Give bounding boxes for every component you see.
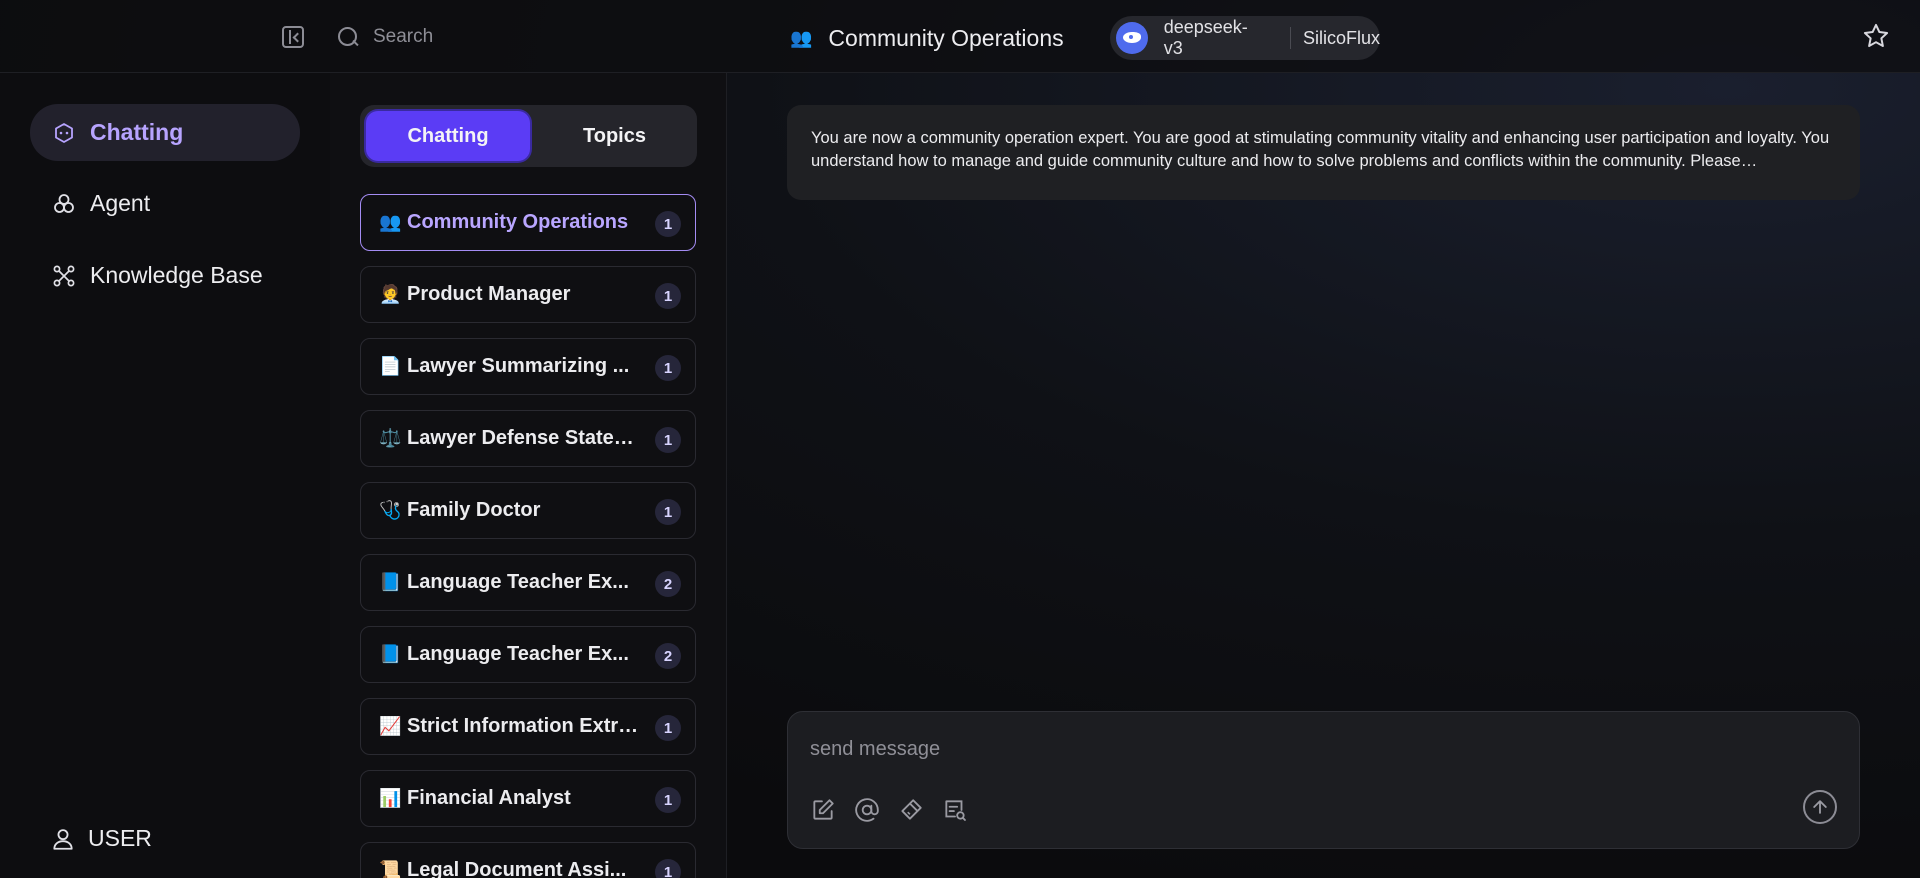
topic-item[interactable]: 👥 Community Operations 1 [360,194,696,251]
conversation-emoji: 👥 [790,27,813,48]
topic-label: Lawyer Defense Statement [407,427,639,449]
tab-topics[interactable]: Topics [538,111,691,161]
topic-emoji: 📈 [379,716,402,736]
sidebar: Chatting Agent Knowledge Base USER [0,73,330,878]
collapse-sidebar-icon[interactable] [282,26,304,48]
agent-icon [54,193,74,213]
topic-item[interactable]: 📊 Financial Analyst 1 [360,770,696,827]
topic-item[interactable]: 📘 Language Teacher Ex... 2 [360,554,696,611]
topic-emoji: 👥 [379,212,402,232]
topic-count-badge: 1 [655,499,681,525]
topic-count-badge: 1 [655,211,681,237]
topic-emoji: 📘 [379,572,402,592]
message-input[interactable] [810,734,1810,764]
topic-emoji: 📜 [379,860,402,878]
topics-panel: Chatting Topics 👥 Community Operations 1… [330,73,727,878]
topic-item[interactable]: 📈 Strict Information Extraction 1 [360,698,696,755]
model-provider: SilicoFlux [1302,27,1380,48]
topic-emoji: 🧑‍💼 [379,284,402,304]
model-selector[interactable]: deepseek-v3 SilicoFlux [1110,16,1380,60]
at-mention-icon[interactable] [854,797,880,823]
topic-item[interactable]: 🩺 Family Doctor 1 [360,482,696,539]
system-prompt-text: You are now a community operation expert… [811,129,1830,170]
send-button[interactable] [1803,790,1837,824]
arrow-up-icon [1813,800,1827,814]
topic-item[interactable]: 📜 Legal Document Assi... 1 [360,842,696,878]
sidebar-item-knowledge-base[interactable]: Knowledge Base [30,247,300,304]
divider [1289,27,1291,49]
topic-emoji: 📊 [379,788,402,808]
conversation-title: Community Operations [828,24,1064,51]
topic-emoji: 📄 [379,356,402,376]
topic-count-badge: 1 [655,859,681,878]
whale-logo-icon [1116,22,1148,54]
topic-emoji: 🩺 [379,500,402,520]
chat-bubble-icon [55,122,73,143]
message-composer [787,711,1860,849]
search-icon [337,26,359,48]
sidebar-item-agent[interactable]: Agent [30,175,300,232]
model-name: deepseek-v3 [1163,17,1248,58]
segmented-control: Chatting Topics [360,105,697,167]
topic-count-badge: 1 [655,355,681,381]
app-window: 👥 Community Operations deepseek-v3 Silic… [0,0,1920,878]
topic-label: Family Doctor [407,499,541,521]
topic-count-badge: 2 [655,643,681,669]
system-prompt-card[interactable]: You are now a community operation expert… [787,105,1860,200]
topic-item[interactable]: 📄 Lawyer Summarizing ... 1 [360,338,696,395]
topic-emoji: 📘 [379,644,402,664]
topic-count-badge: 1 [655,427,681,453]
history-search-icon[interactable] [942,797,968,823]
topic-label: Community Operations [407,211,629,233]
topic-label: Legal Document Assi... [407,859,627,878]
topic-count-badge: 1 [655,787,681,813]
sidebar-item-label: Chatting [90,119,184,145]
knowledge-graph-icon [53,265,75,286]
topic-label: Language Teacher Ex... [407,643,629,665]
topic-label: Lawyer Summarizing ... [407,355,630,377]
topic-emoji: ⚖️ [379,428,402,448]
tab-chatting[interactable]: Chatting [366,111,530,161]
sidebar-item-chatting[interactable]: Chatting [30,104,300,161]
sidebar-item-label: Knowledge Base [90,262,263,288]
topic-item[interactable]: 📘 Language Teacher Ex... 2 [360,626,696,683]
search-input[interactable] [373,26,573,48]
user-label: USER [88,825,152,851]
topic-count-badge: 1 [655,715,681,741]
clean-brush-icon[interactable] [898,797,924,823]
chat-main: You are now a community operation expert… [727,73,1920,878]
search-box[interactable] [337,24,573,50]
star-icon[interactable] [1862,22,1890,50]
topic-label: Product Manager [407,283,571,305]
topic-count-badge: 1 [655,283,681,309]
topic-item[interactable]: 🧑‍💼 Product Manager 1 [360,266,696,323]
top-bar: 👥 Community Operations deepseek-v3 Silic… [0,0,1920,73]
topic-label: Language Teacher Ex... [407,571,629,593]
sidebar-item-label: Agent [90,190,151,216]
topic-count-badge: 2 [655,571,681,597]
topic-label: Financial Analyst [407,787,571,809]
user-icon [53,828,73,850]
topic-item[interactable]: ⚖️ Lawyer Defense Statement 1 [360,410,696,467]
topic-label: Strict Information Extraction [407,715,639,737]
edit-icon[interactable] [810,797,836,823]
user-profile[interactable]: USER [50,825,152,852]
conversation-header: 👥 Community Operations [790,24,1064,52]
